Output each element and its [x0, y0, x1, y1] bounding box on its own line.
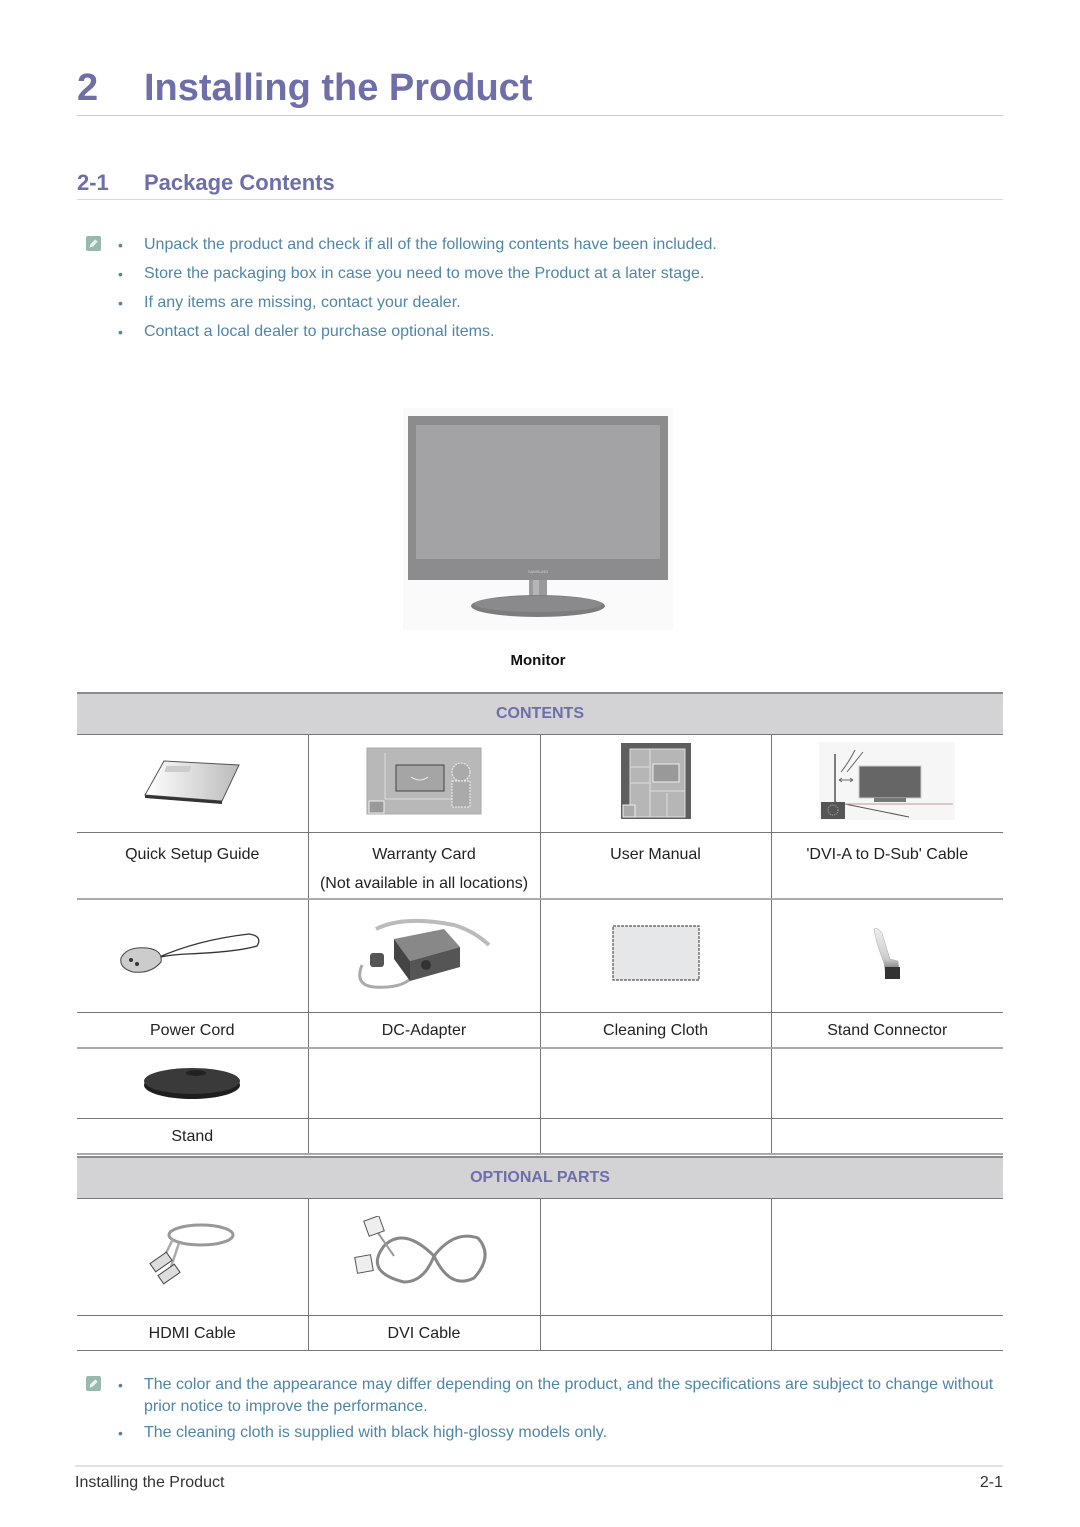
optional-parts-header: OPTIONAL PARTS — [77, 1156, 1004, 1199]
optional-parts-table: OPTIONAL PARTS HDMI Cable DVI Cable — [77, 1156, 1004, 1351]
item-label: User Manual — [610, 845, 701, 863]
stand-image — [142, 1061, 242, 1106]
item-label: Power Cord — [150, 1022, 235, 1039]
dvi-cable-image — [354, 1215, 494, 1297]
empty-cell — [770, 1314, 1004, 1351]
chapter-number: 2 — [77, 67, 99, 109]
item-label: Stand — [171, 1128, 214, 1145]
contents-table: CONTENTS Quick Setup Guide Warranty Card… — [77, 692, 1003, 1155]
item-stand: Stand — [77, 1118, 309, 1155]
empty-cell — [539, 1314, 772, 1351]
item-dvi-cable: DVI Cable — [307, 1314, 541, 1351]
empty-cell — [770, 1197, 1004, 1316]
stand-image-cell — [77, 1047, 309, 1119]
cleaning-cloth-image-cell — [539, 898, 772, 1013]
dvi-a-to-dsub-cable-image — [819, 741, 956, 825]
user-manual-image — [620, 742, 691, 824]
hdmi-cable-image-cell — [77, 1197, 309, 1316]
stand-connector-image — [870, 925, 904, 986]
item-sublabel: (Not available in all locations) — [319, 874, 529, 892]
item-quick-setup-guide: Quick Setup Guide — [77, 831, 309, 900]
item-warranty-card: Warranty Card (Not available in all loca… — [307, 831, 541, 900]
note-pencil-icon — [86, 1376, 101, 1391]
empty-cell — [307, 1047, 541, 1119]
section-title: Package Contents — [144, 170, 335, 195]
monitor-brand: SAMSUNG — [528, 569, 548, 574]
item-label: 'DVI-A to D-Sub' Cable — [806, 845, 969, 863]
item-user-manual: User Manual — [539, 831, 772, 900]
dvi-a-to-dsub-cable-image-cell — [770, 733, 1003, 833]
note-item: If any items are missing, contact your d… — [118, 292, 1008, 314]
note-pencil-icon — [86, 236, 101, 251]
dc-adapter-image — [354, 915, 494, 996]
footer-chapter-title: Installing the Product — [75, 1474, 225, 1491]
intro-note-list: Unpack the product and check if all of t… — [118, 234, 1008, 350]
note-item: Store the packaging box in case you need… — [118, 263, 1008, 285]
item-label: Quick Setup Guide — [125, 845, 260, 863]
quick-setup-guide-image-cell — [77, 733, 309, 833]
chapter-title: Installing the Product — [144, 67, 533, 109]
note-item: The cleaning cloth is supplied with blac… — [118, 1422, 1008, 1444]
item-label: Warranty Card — [372, 845, 476, 863]
section-number: 2-1 — [77, 170, 109, 195]
monitor-image: SAMSUNG — [403, 408, 673, 630]
item-dc-adapter: DC-Adapter — [307, 1012, 541, 1049]
monitor-caption: Monitor — [510, 652, 566, 669]
item-power-cord: Power Cord — [77, 1012, 309, 1049]
item-cleaning-cloth: Cleaning Cloth — [539, 1012, 772, 1049]
note-item: Contact a local dealer to purchase optio… — [118, 321, 1008, 343]
empty-cell — [539, 1197, 772, 1316]
item-label: DC-Adapter — [381, 1022, 467, 1039]
page-footer: Installing the Product 2-1 — [75, 1465, 1003, 1492]
empty-cell — [539, 1047, 772, 1119]
dc-adapter-image-cell — [307, 898, 541, 1013]
power-cord-image-cell — [77, 898, 309, 1013]
empty-cell — [539, 1118, 772, 1155]
contents-header: CONTENTS — [77, 692, 1003, 735]
item-label: HDMI Cable — [148, 1324, 236, 1342]
item-stand-connector: Stand Connector — [770, 1012, 1003, 1049]
user-manual-image-cell — [539, 733, 772, 833]
empty-cell — [770, 1118, 1003, 1155]
item-label: DVI Cable — [387, 1324, 461, 1342]
quick-setup-guide-image — [142, 751, 242, 816]
item-label: Stand Connector — [827, 1022, 948, 1039]
section-heading: 2-1 Package Contents — [77, 168, 1003, 200]
item-label: Cleaning Cloth — [603, 1022, 708, 1039]
warranty-card-image-cell — [307, 733, 541, 833]
warranty-card-image — [366, 747, 482, 820]
footer-page-number: 2-1 — [979, 1474, 1003, 1491]
note-item: Unpack the product and check if all of t… — [118, 234, 1008, 256]
cleaning-cloth-image — [611, 924, 701, 987]
empty-cell — [307, 1118, 541, 1155]
bottom-note-list: The color and the appearance may differ … — [118, 1374, 1008, 1448]
empty-cell — [770, 1047, 1003, 1119]
stand-connector-image-cell — [770, 898, 1003, 1013]
power-cord-image — [117, 928, 267, 983]
hdmi-cable-image — [149, 1219, 235, 1294]
note-item: The color and the appearance may differ … — [118, 1374, 1008, 1418]
chapter-heading: 2 Installing the Product — [77, 62, 1003, 116]
dvi-cable-image-cell — [307, 1197, 541, 1316]
item-hdmi-cable: HDMI Cable — [77, 1314, 309, 1351]
item-dvi-a-dsub-cable: 'DVI-A to D-Sub' Cable — [770, 831, 1003, 900]
